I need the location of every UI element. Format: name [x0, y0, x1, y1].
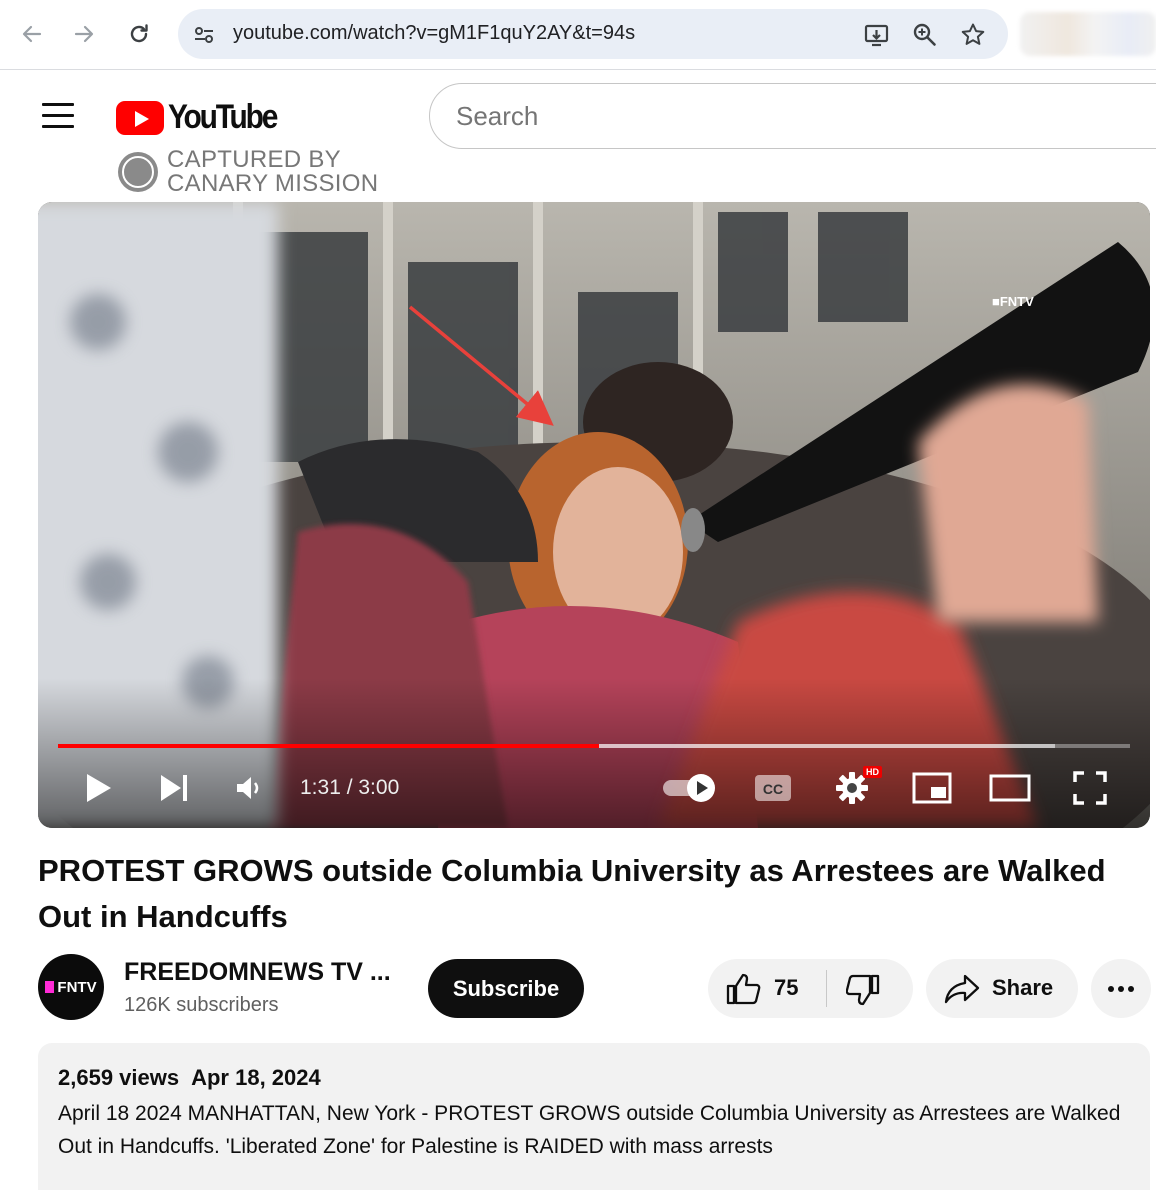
captions-icon[interactable]: CC [752, 768, 794, 808]
search-box[interactable] [429, 83, 1156, 149]
bookmark-star-icon[interactable] [960, 22, 986, 48]
zoom-icon[interactable] [912, 22, 938, 48]
play-icon[interactable] [78, 768, 118, 808]
like-count[interactable]: 75 [774, 975, 798, 1001]
channel-avatar[interactable]: FNTV [38, 954, 104, 1020]
description-box[interactable]: 2,659 views Apr 18, 2024 April 18 2024 MA… [38, 1043, 1150, 1190]
canary-mission-watermark: CAPTURED BY CANARY MISSION [118, 148, 378, 196]
forward-arrow-icon[interactable] [66, 16, 102, 52]
video-title: PROTEST GROWS outside Columbia Universit… [38, 853, 1106, 934]
reload-icon[interactable] [121, 16, 157, 52]
share-arrow-icon [944, 973, 980, 1010]
autoplay-toggle[interactable] [658, 768, 720, 808]
subscriber-count: 126K subscribers [124, 994, 279, 1016]
back-arrow-icon[interactable] [14, 16, 50, 52]
subscribe-button[interactable]: Subscribe [428, 959, 584, 1018]
theater-mode-icon[interactable] [988, 768, 1032, 808]
miniplayer-icon[interactable] [910, 768, 954, 808]
canary-bird-icon [118, 152, 158, 192]
video-overlay-tag: ■FNTV [992, 294, 1034, 309]
avatar-text: FNTV [57, 978, 97, 996]
next-icon[interactable] [154, 768, 194, 808]
watermark-line1: CAPTURED BY [167, 146, 341, 173]
address-bar[interactable]: youtube.com/watch?v=gM1F1quY2AY&t=94s [178, 9, 1008, 59]
description-meta: 2,659 views Apr 18, 2024 [58, 1065, 321, 1091]
like-divider [826, 970, 827, 1007]
share-label: Share [992, 975, 1054, 1000]
menu-icon[interactable] [42, 102, 74, 128]
extensions-area[interactable] [1020, 12, 1156, 56]
video-player[interactable]: ■FNTV 1:31 / 3:00 CC HD [38, 202, 1150, 828]
upload-date: Apr 18, 2024 [191, 1065, 321, 1090]
install-app-icon[interactable] [864, 22, 890, 48]
watermark-line2: CANARY MISSION [167, 170, 379, 197]
url-text[interactable]: youtube.com/watch?v=gM1F1quY2AY&t=94s [233, 22, 635, 45]
time-display: 1:31 / 3:00 [300, 776, 400, 799]
more-actions-button[interactable] [1091, 959, 1151, 1018]
dislike-icon[interactable] [845, 974, 880, 1011]
share-button[interactable]: Share [926, 959, 1078, 1018]
search-input[interactable] [456, 98, 1056, 134]
view-count: 2,659 views [58, 1065, 180, 1090]
site-settings-icon[interactable] [191, 22, 217, 48]
controls-gradient [38, 678, 1150, 828]
volume-icon[interactable] [228, 768, 268, 808]
youtube-logo[interactable]: YouTube [116, 98, 291, 137]
browser-toolbar: youtube.com/watch?v=gM1F1quY2AY&t=94s [0, 0, 1156, 70]
channel-name[interactable]: FREEDOMNEWS TV ... [124, 958, 391, 987]
description-text: April 18 2024 MANHATTAN, New York - PROT… [58, 1102, 1121, 1158]
progress-bar[interactable] [58, 744, 1130, 748]
played-bar [58, 744, 599, 748]
fullscreen-icon[interactable] [1068, 768, 1112, 808]
svg-text:CC: CC [763, 781, 783, 797]
like-dislike-group: 75 [708, 959, 913, 1018]
logo-wordmark: YouTube [168, 98, 278, 136]
avatar-mark [45, 981, 55, 993]
youtube-play-icon [116, 100, 164, 135]
hd-badge: HD [863, 766, 882, 778]
like-icon[interactable] [726, 973, 762, 1010]
more-dots-icon [1108, 985, 1134, 992]
